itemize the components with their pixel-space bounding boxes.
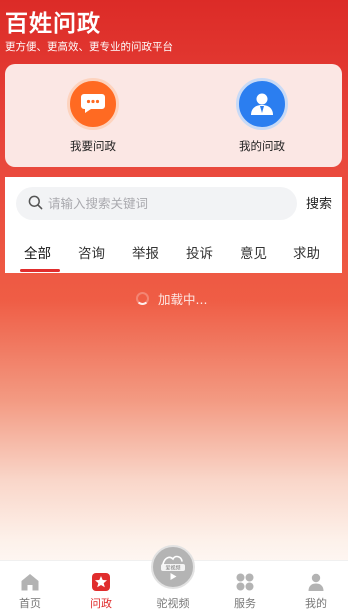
page-title: 百姓问政 bbox=[5, 11, 101, 37]
quick-actions-card: 我要问政 我的问政 bbox=[5, 64, 342, 167]
tab-complaint[interactable]: 投诉 bbox=[186, 242, 213, 262]
tabbar-label-wenzheng: 问政 bbox=[90, 597, 112, 610]
tab-all[interactable]: 全部 bbox=[24, 242, 51, 262]
loading-text: 加载中... bbox=[158, 292, 208, 307]
page-subtitle: 更方便、更高效、更专业的问政平台 bbox=[5, 41, 173, 53]
loading-indicator: 加载中... bbox=[136, 289, 207, 308]
chat-bubble-icon bbox=[67, 78, 119, 130]
loading-spinner-icon bbox=[136, 292, 149, 305]
tabbar-item-home[interactable]: 首页 bbox=[0, 561, 60, 611]
tab-active-indicator bbox=[20, 269, 60, 272]
my-questions-label: 我的问政 bbox=[239, 139, 285, 153]
tab-help[interactable]: 求助 bbox=[293, 242, 320, 262]
grid-apps-icon bbox=[215, 570, 275, 594]
star-badge-icon bbox=[71, 570, 131, 594]
tabbar-item-mine[interactable]: 我的 bbox=[286, 561, 346, 611]
ask-question-button[interactable]: 我要问政 bbox=[43, 78, 143, 154]
home-icon bbox=[0, 570, 60, 594]
tab-report[interactable]: 举报 bbox=[132, 242, 159, 262]
tab-opinion[interactable]: 意见 bbox=[240, 242, 267, 262]
video-center-button[interactable]: 爱视频 bbox=[151, 545, 195, 589]
person-icon bbox=[286, 570, 346, 594]
header: 百姓问政 更方便、更高效、更专业的问政平台 bbox=[0, 0, 348, 60]
tab-consult[interactable]: 咨询 bbox=[78, 242, 105, 262]
tabbar-item-wenzheng[interactable]: 问政 bbox=[71, 561, 131, 611]
search-box[interactable] bbox=[16, 187, 297, 220]
tabbar-item-service[interactable]: 服务 bbox=[215, 561, 275, 611]
tabbar-label-service: 服务 bbox=[234, 597, 256, 610]
tabbar-label-home: 首页 bbox=[19, 597, 41, 610]
my-questions-button[interactable]: 我的问政 bbox=[212, 78, 312, 154]
tabbar-label-mine: 我的 bbox=[305, 597, 327, 610]
search-panel: 搜索 全部 咨询 举报 投诉 意见 求助 bbox=[5, 177, 342, 273]
video-play-icon: 爱视频 bbox=[161, 555, 185, 580]
search-icon bbox=[28, 195, 43, 214]
ask-question-label: 我要问政 bbox=[70, 139, 116, 153]
tabbar-label-video: 驼视频 bbox=[156, 597, 190, 610]
user-profile-icon bbox=[236, 78, 288, 130]
search-button[interactable]: 搜索 bbox=[306, 193, 332, 212]
video-badge-text: 爱视频 bbox=[165, 565, 180, 572]
search-input[interactable] bbox=[48, 187, 288, 220]
